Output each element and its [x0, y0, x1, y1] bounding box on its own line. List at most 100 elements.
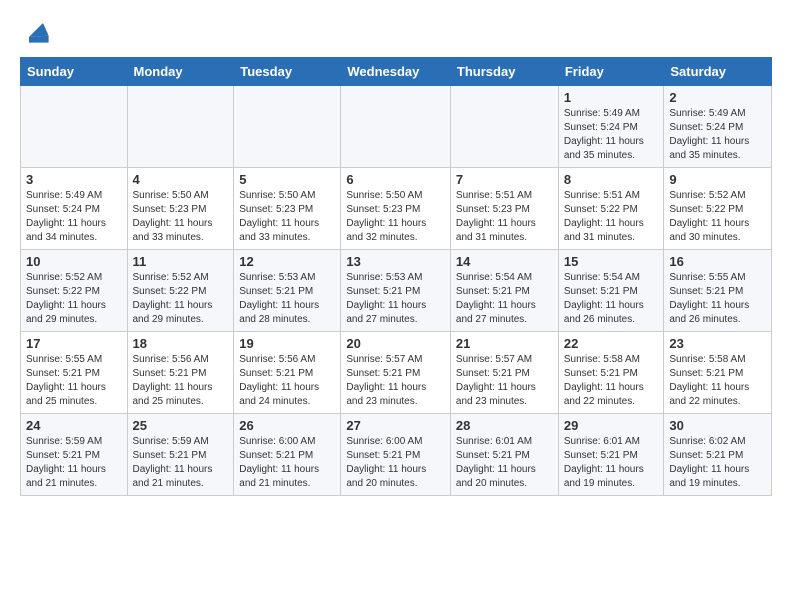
weekday-header-saturday: Saturday	[664, 58, 772, 86]
weekday-header-row: SundayMondayTuesdayWednesdayThursdayFrid…	[21, 58, 772, 86]
day-number: 18	[133, 336, 229, 351]
day-number: 19	[239, 336, 335, 351]
day-number: 29	[564, 418, 659, 433]
day-number: 30	[669, 418, 766, 433]
day-info: Sunrise: 5:52 AMSunset: 5:22 PMDaylight:…	[133, 271, 229, 327]
day-number: 20	[346, 336, 445, 351]
weekday-header-thursday: Thursday	[450, 58, 558, 86]
calendar-day-16: 16 Sunrise: 5:55 AMSunset: 5:21 PMDayligh…	[664, 250, 772, 332]
day-number: 25	[133, 418, 229, 433]
calendar-day-2: 2 Sunrise: 5:49 AMSunset: 5:24 PMDaylight…	[664, 86, 772, 168]
day-info: Sunrise: 5:54 AMSunset: 5:21 PMDaylight:…	[456, 271, 553, 327]
calendar-day-15: 15Sunrise: 5:54 AMSunset: 5:21 PMDayligh…	[558, 250, 664, 332]
calendar-day-5: 5 Sunrise: 5:50 AMSunset: 5:23 PMDaylight…	[234, 168, 341, 250]
day-info: Sunrise: 5:50 AMSunset: 5:23 PMDaylight:…	[346, 189, 445, 245]
calendar-day-24: 24 Sunrise: 5:59 AMSunset: 5:21 PMDayligh…	[21, 414, 128, 496]
calendar-day-6: 6 Sunrise: 5:50 AMSunset: 5:23 PMDaylight…	[341, 168, 451, 250]
day-info: Sunrise: 5:58 AMSunset: 5:21 PMDaylight:…	[669, 353, 766, 409]
day-info: Sunrise: 5:55 AMSunset: 5:21 PMDaylight:…	[669, 271, 766, 327]
day-number: 21	[456, 336, 553, 351]
calendar-day-9: 9 Sunrise: 5:52 AMSunset: 5:22 PMDaylight…	[664, 168, 772, 250]
calendar-day-19: 19 Sunrise: 5:56 AMSunset: 5:21 PMDayligh…	[234, 332, 341, 414]
day-number: 1	[564, 90, 659, 105]
weekday-header-wednesday: Wednesday	[341, 58, 451, 86]
calendar-day-17: 17 Sunrise: 5:55 AMSunset: 5:21 PMDayligh…	[21, 332, 128, 414]
day-info: Sunrise: 5:51 AMSunset: 5:22 PMDaylight:…	[564, 189, 659, 245]
day-number: 23	[669, 336, 766, 351]
page: SundayMondayTuesdayWednesdayThursdayFrid…	[0, 0, 792, 512]
day-number: 11	[133, 254, 229, 269]
day-number: 9	[669, 172, 766, 187]
calendar-day-29: 29 Sunrise: 6:01 AMSunset: 5:21 PMDayligh…	[558, 414, 664, 496]
day-number: 16	[669, 254, 766, 269]
calendar-week-row: 24 Sunrise: 5:59 AMSunset: 5:21 PMDayligh…	[21, 414, 772, 496]
day-number: 10	[26, 254, 122, 269]
day-number: 4	[133, 172, 229, 187]
day-info: Sunrise: 5:53 AMSunset: 5:21 PMDaylight:…	[346, 271, 445, 327]
calendar-day-1: 1 Sunrise: 5:49 AMSunset: 5:24 PMDaylight…	[558, 86, 664, 168]
calendar-day-3: 3 Sunrise: 5:49 AMSunset: 5:24 PMDaylight…	[21, 168, 128, 250]
calendar-week-row: 1 Sunrise: 5:49 AMSunset: 5:24 PMDaylight…	[21, 86, 772, 168]
day-info: Sunrise: 5:49 AMSunset: 5:24 PMDaylight:…	[669, 107, 766, 163]
day-info: Sunrise: 5:53 AMSunset: 5:21 PMDaylight:…	[239, 271, 335, 327]
empty-cell	[341, 86, 451, 168]
calendar-day-20: 20 Sunrise: 5:57 AMSunset: 5:21 PMDayligh…	[341, 332, 451, 414]
header	[20, 16, 772, 49]
calendar-day-7: 7 Sunrise: 5:51 AMSunset: 5:23 PMDaylight…	[450, 168, 558, 250]
day-info: Sunrise: 5:58 AMSunset: 5:21 PMDaylight:…	[564, 353, 659, 409]
day-number: 5	[239, 172, 335, 187]
day-info: Sunrise: 5:51 AMSunset: 5:23 PMDaylight:…	[456, 189, 553, 245]
day-info: Sunrise: 6:00 AMSunset: 5:21 PMDaylight:…	[239, 435, 335, 491]
empty-cell	[450, 86, 558, 168]
day-number: 8	[564, 172, 659, 187]
day-info: Sunrise: 5:55 AMSunset: 5:21 PMDaylight:…	[26, 353, 122, 409]
day-info: Sunrise: 5:57 AMSunset: 5:21 PMDaylight:…	[346, 353, 445, 409]
weekday-header-monday: Monday	[127, 58, 234, 86]
calendar: SundayMondayTuesdayWednesdayThursdayFrid…	[20, 57, 772, 496]
calendar-day-30: 30 Sunrise: 6:02 AMSunset: 5:21 PMDayligh…	[664, 414, 772, 496]
day-number: 6	[346, 172, 445, 187]
day-info: Sunrise: 5:59 AMSunset: 5:21 PMDaylight:…	[26, 435, 122, 491]
empty-cell	[21, 86, 128, 168]
weekday-header-tuesday: Tuesday	[234, 58, 341, 86]
day-info: Sunrise: 5:52 AMSunset: 5:22 PMDaylight:…	[669, 189, 766, 245]
day-number: 15	[564, 254, 659, 269]
day-number: 12	[239, 254, 335, 269]
day-number: 13	[346, 254, 445, 269]
calendar-day-22: 22Sunrise: 5:58 AMSunset: 5:21 PMDayligh…	[558, 332, 664, 414]
day-info: Sunrise: 6:02 AMSunset: 5:21 PMDaylight:…	[669, 435, 766, 491]
calendar-day-13: 13 Sunrise: 5:53 AMSunset: 5:21 PMDayligh…	[341, 250, 451, 332]
calendar-day-28: 28Sunrise: 6:01 AMSunset: 5:21 PMDayligh…	[450, 414, 558, 496]
calendar-day-25: 25Sunrise: 5:59 AMSunset: 5:21 PMDayligh…	[127, 414, 234, 496]
day-number: 27	[346, 418, 445, 433]
day-info: Sunrise: 5:56 AMSunset: 5:21 PMDaylight:…	[133, 353, 229, 409]
weekday-header-sunday: Sunday	[21, 58, 128, 86]
day-info: Sunrise: 5:56 AMSunset: 5:21 PMDaylight:…	[239, 353, 335, 409]
calendar-day-23: 23 Sunrise: 5:58 AMSunset: 5:21 PMDayligh…	[664, 332, 772, 414]
calendar-day-11: 11 Sunrise: 5:52 AMSunset: 5:22 PMDayligh…	[127, 250, 234, 332]
weekday-header-friday: Friday	[558, 58, 664, 86]
day-info: Sunrise: 5:50 AMSunset: 5:23 PMDaylight:…	[239, 189, 335, 245]
calendar-day-26: 26 Sunrise: 6:00 AMSunset: 5:21 PMDayligh…	[234, 414, 341, 496]
calendar-day-27: 27Sunrise: 6:00 AMSunset: 5:21 PMDayligh…	[341, 414, 451, 496]
calendar-day-12: 12 Sunrise: 5:53 AMSunset: 5:21 PMDayligh…	[234, 250, 341, 332]
calendar-day-18: 18 Sunrise: 5:56 AMSunset: 5:21 PMDayligh…	[127, 332, 234, 414]
day-info: Sunrise: 5:49 AMSunset: 5:24 PMDaylight:…	[26, 189, 122, 245]
calendar-day-8: 8 Sunrise: 5:51 AMSunset: 5:22 PMDaylight…	[558, 168, 664, 250]
day-info: Sunrise: 5:52 AMSunset: 5:22 PMDaylight:…	[26, 271, 122, 327]
day-number: 24	[26, 418, 122, 433]
day-number: 3	[26, 172, 122, 187]
calendar-week-row: 3 Sunrise: 5:49 AMSunset: 5:24 PMDaylight…	[21, 168, 772, 250]
logo	[20, 16, 54, 49]
day-number: 26	[239, 418, 335, 433]
calendar-day-21: 21Sunrise: 5:57 AMSunset: 5:21 PMDayligh…	[450, 332, 558, 414]
logo-icon	[22, 16, 50, 44]
calendar-week-row: 10 Sunrise: 5:52 AMSunset: 5:22 PMDayligh…	[21, 250, 772, 332]
day-number: 2	[669, 90, 766, 105]
day-info: Sunrise: 5:49 AMSunset: 5:24 PMDaylight:…	[564, 107, 659, 163]
calendar-day-10: 10 Sunrise: 5:52 AMSunset: 5:22 PMDayligh…	[21, 250, 128, 332]
day-number: 17	[26, 336, 122, 351]
day-number: 7	[456, 172, 553, 187]
day-info: Sunrise: 6:01 AMSunset: 5:21 PMDaylight:…	[564, 435, 659, 491]
calendar-week-row: 17 Sunrise: 5:55 AMSunset: 5:21 PMDayligh…	[21, 332, 772, 414]
